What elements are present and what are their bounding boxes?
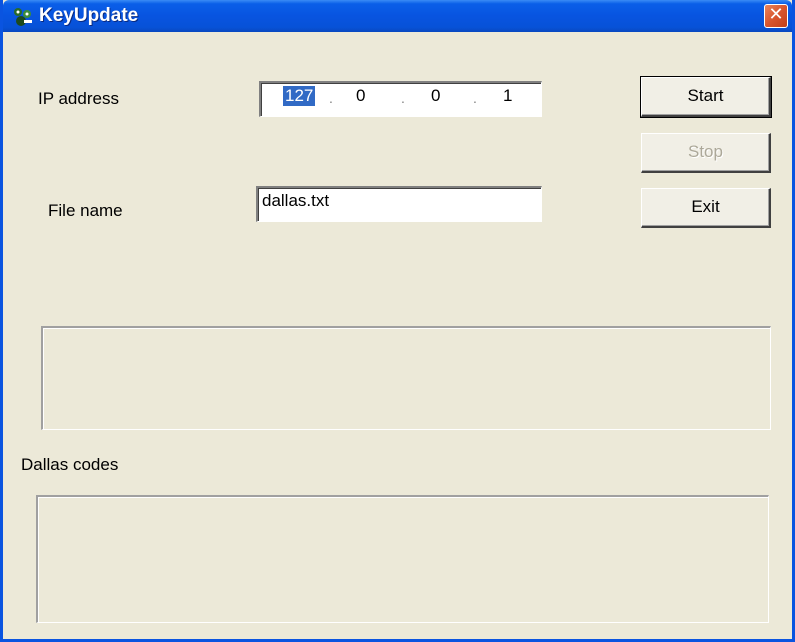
ip-octet-3[interactable]: 0	[431, 86, 440, 106]
ip-octet-4[interactable]: 1	[503, 86, 512, 106]
exit-button[interactable]: Exit	[641, 188, 771, 228]
ip-address-label: IP address	[38, 89, 119, 108]
window-title: KeyUpdate	[39, 5, 139, 26]
file-name-field[interactable]: dallas.txt	[256, 186, 542, 222]
ip-separator-3: .	[473, 90, 477, 106]
keyupdate-window: KeyUpdate ✕ IP address 127 . 0 . 0 . 1 F…	[0, 0, 795, 642]
close-icon: ✕	[768, 4, 784, 25]
start-button[interactable]: Start	[640, 76, 772, 118]
title-bar[interactable]: KeyUpdate ✕	[3, 0, 792, 32]
close-button[interactable]: ✕	[764, 4, 788, 28]
ip-octet-2[interactable]: 0	[356, 86, 365, 106]
status-panel	[41, 326, 771, 430]
ip-octet-1[interactable]: 127	[283, 86, 316, 106]
dallas-codes-label: Dallas codes	[21, 455, 119, 474]
ip-separator-2: .	[401, 90, 405, 106]
ip-separator-1: .	[329, 90, 333, 106]
stop-button[interactable]: Stop	[641, 133, 771, 173]
app-icon	[14, 8, 32, 26]
file-name-value: dallas.txt	[262, 191, 330, 210]
ip-address-field[interactable]: 127 . 0 . 0 . 1	[259, 81, 542, 117]
dallas-codes-panel	[36, 495, 769, 623]
file-name-label: File name	[48, 201, 123, 220]
